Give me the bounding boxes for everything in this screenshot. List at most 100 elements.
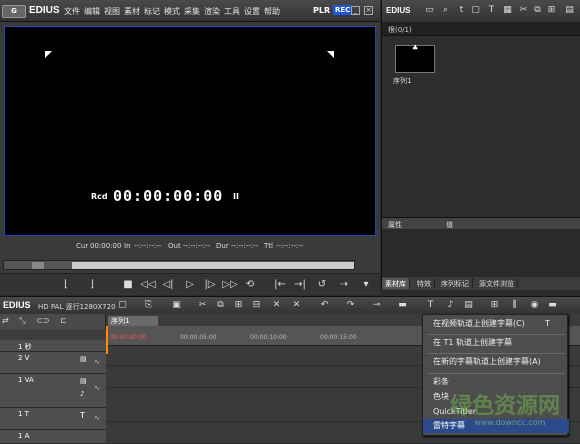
menu-capture[interactable]: 采集 [184, 6, 200, 17]
insert-icon[interactable]: ⊟ [250, 299, 263, 312]
plr-toggle[interactable]: PLR [313, 6, 330, 15]
menu-settings[interactable]: 设置 [244, 6, 260, 17]
track-row-timescale[interactable]: 1 秒 [0, 340, 106, 352]
menu-mode[interactable]: 模式 [164, 6, 180, 17]
cut-icon[interactable]: ✂ [196, 299, 209, 312]
title-icon[interactable]: T [486, 5, 497, 16]
video-icon[interactable]: ▤ [80, 355, 87, 363]
sync-lock-icon[interactable]: ⊂⊃ [36, 316, 49, 325]
track-row-1va[interactable]: 1 VA ▤ ♪ ∿ [0, 374, 106, 408]
export-icon[interactable]: ⇢ [336, 278, 352, 292]
menu-item-create-title-video-track[interactable]: 在视频轨道上创建字幕(C) T [423, 317, 569, 331]
scrub-handle[interactable] [32, 262, 44, 269]
sequence-name: 序列1 [393, 77, 412, 85]
add-clip-icon[interactable]: ▢ [470, 5, 481, 16]
menu-clip[interactable]: 素材 [124, 6, 140, 17]
menu-item-create-title-t1[interactable]: 在 T1 轨道上创建字幕 [423, 336, 569, 350]
sequence-thumbnail[interactable]: ♣ [395, 44, 435, 73]
track-row-1t[interactable]: 1 T T ∿ [0, 408, 106, 430]
stop-icon[interactable]: ■ [120, 278, 136, 292]
waveform-icon[interactable]: ∿ [94, 414, 100, 422]
tab-effects[interactable]: 特效 [414, 278, 435, 289]
safe-area-corner-icon [327, 51, 334, 58]
menu-tools[interactable]: 工具 [224, 6, 240, 17]
delete-icon[interactable]: ✕ [270, 299, 283, 312]
layout-icon[interactable]: ▬ [546, 299, 559, 312]
more-icon[interactable]: ▾ [358, 278, 374, 292]
color-bar-icon[interactable]: ▦ [502, 5, 513, 16]
copy-icon[interactable]: ⧉ [532, 5, 543, 16]
open-icon[interactable]: ⎘ [142, 299, 155, 312]
undo-icon[interactable]: ↶ [318, 299, 331, 312]
step-forward-icon[interactable]: |▷ [202, 278, 218, 292]
paste-icon[interactable]: ⊞ [546, 5, 557, 16]
up-icon[interactable]: t [456, 5, 467, 16]
bin-folder-bar[interactable]: 根(0/1) [382, 22, 580, 36]
sequence-tab[interactable]: 序列1 [108, 316, 158, 326]
set-in-icon[interactable]: ⌊ [58, 278, 74, 292]
scrub-bar[interactable] [3, 260, 355, 270]
waveform-icon[interactable]: ∿ [94, 384, 100, 392]
track-row-1a[interactable]: 1 A [0, 430, 106, 444]
redo-icon[interactable]: ↷ [344, 299, 357, 312]
mixer-icon[interactable]: ⫼ [508, 299, 521, 312]
insert-icon[interactable]: |← [272, 278, 288, 292]
mic-icon[interactable]: ♪ [444, 299, 457, 312]
menu-edit[interactable]: 编辑 [84, 6, 100, 17]
new-sequence-icon[interactable]: ▢ [116, 299, 129, 312]
tab-sequence-markers[interactable]: 序列标记 [438, 278, 473, 289]
cut-icon[interactable]: ✂ [518, 5, 529, 16]
timeline-brand: EDIUS [3, 300, 31, 310]
bin-panel: EDIUS ▭ ⌕ t ▢ T ▦ ✂ ⧉ ⊞ ▤ 根(0/1) ♣ 序列1 属… [381, 0, 580, 290]
menu-file[interactable]: 文件 [64, 6, 80, 17]
ruler-label: 00:00:10:00 [250, 334, 287, 341]
track-name: 1 A [18, 432, 30, 440]
step-back-icon[interactable]: ◁| [160, 278, 176, 292]
search-icon[interactable]: ⌕ [440, 5, 451, 16]
close-icon[interactable]: × [364, 6, 373, 15]
sync-icon[interactable]: ⊸ [370, 299, 383, 312]
audio-icon[interactable]: ♪ [80, 390, 84, 398]
watermark-text: 绿色资源网 [450, 394, 561, 419]
track-row-2v[interactable]: 2 V ▤ ∿ [0, 352, 106, 374]
snap-tool-icon[interactable]: ⤡ [19, 316, 25, 325]
title-menu-icon[interactable]: T [424, 299, 437, 312]
timecode-suffix: II [233, 192, 239, 201]
menu-item-create-title-new-track[interactable]: 在新的字幕轨道上创建字幕(A) [423, 355, 569, 369]
cur-value: 00:00:00 [90, 242, 122, 250]
minimize-icon[interactable]: _ [351, 6, 360, 15]
rewind-icon[interactable]: ◁◁ [140, 278, 156, 292]
settings-icon[interactable]: ◉ [528, 299, 541, 312]
preview-screen[interactable]: Rcd 00:00:00:00 II [4, 26, 376, 236]
ripple-icon[interactable]: ↺ [314, 278, 330, 292]
video-icon[interactable]: ▤ [80, 377, 87, 385]
menu-view[interactable]: 视图 [104, 6, 120, 17]
view-icon[interactable]: ▤ [564, 5, 575, 16]
title-track-icon[interactable]: T [80, 411, 85, 420]
sequence-icon: ♣ [412, 44, 419, 52]
overwrite-icon[interactable]: →| [292, 278, 308, 292]
marker-tool-icon[interactable]: ⊏ [60, 316, 67, 325]
render-icon[interactable]: ▤ [462, 299, 475, 312]
copy-icon[interactable]: ⧉ [214, 299, 227, 312]
snap-icon[interactable]: ▬ [396, 299, 409, 312]
loop-icon[interactable]: ⟲ [242, 278, 258, 292]
set-out-icon[interactable]: ⌋ [84, 278, 100, 292]
menu-render[interactable]: 渲染 [204, 6, 220, 17]
menu-help[interactable]: 帮助 [264, 6, 280, 17]
grid-icon[interactable]: ⊞ [488, 299, 501, 312]
menu-marker[interactable]: 标记 [144, 6, 160, 17]
paste-icon[interactable]: ⊞ [232, 299, 245, 312]
ripple-delete-icon[interactable]: ✕ [290, 299, 303, 312]
save-icon[interactable]: ▣ [170, 299, 183, 312]
folder-icon[interactable]: ▭ [424, 5, 435, 16]
waveform-icon[interactable]: ∿ [94, 358, 100, 366]
fast-forward-icon[interactable]: ▷▷ [222, 278, 238, 292]
play-icon[interactable]: ▷ [182, 278, 198, 292]
menu-item-color-bars[interactable]: 彩条 [423, 375, 569, 389]
track-name: 1 T [18, 410, 29, 418]
track-tool-icon[interactable]: ⇄ [2, 316, 9, 325]
tab-bin[interactable]: 素材库 [382, 278, 410, 289]
rec-toggle[interactable]: REC [333, 5, 353, 15]
tab-source-browser[interactable]: 源文件浏览 [476, 278, 518, 289]
